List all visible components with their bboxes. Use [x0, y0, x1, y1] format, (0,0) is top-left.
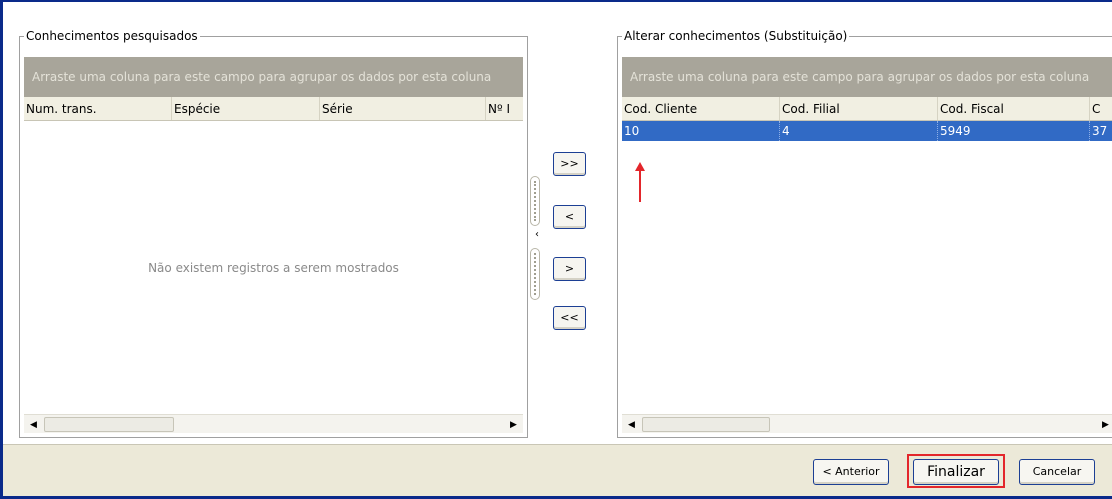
grid-header: Cod. Cliente Cod. Filial Cod. Fiscal C	[622, 97, 1112, 121]
grid-header: Num. trans. Espécie Série Nº I	[24, 97, 523, 121]
add-all-button[interactable]: >>	[553, 152, 586, 176]
column-header-cod-cliente[interactable]: Cod. Cliente	[622, 97, 780, 120]
arrow-left-icon[interactable]: ◀	[623, 416, 640, 433]
column-header-especie[interactable]: Espécie	[172, 97, 320, 120]
arrow-right-icon[interactable]: ▶	[505, 416, 522, 433]
dialog-window: Conhecimentos pesquisados Arraste uma co…	[0, 0, 1112, 499]
column-header-num-trans[interactable]: Num. trans.	[24, 97, 172, 120]
scrollbar-thumb[interactable]	[44, 417, 174, 432]
previous-button[interactable]: < Anterior	[813, 459, 889, 485]
column-header-numero[interactable]: Nº I	[486, 97, 523, 120]
cell-cod-fiscal: 5949	[938, 121, 1090, 141]
cell-c: 37	[1090, 121, 1112, 141]
column-header-c[interactable]: C	[1090, 97, 1112, 120]
group-by-drop-area[interactable]: Arraste uma coluna para este campo para …	[622, 57, 1112, 97]
dialog-footer: < Anterior Finalizar Cancelar	[3, 444, 1112, 496]
remove-all-button[interactable]: <<	[553, 306, 586, 330]
change-shipments-legend: Alterar conhecimentos (Substituição)	[622, 28, 850, 44]
add-one-button[interactable]: >	[553, 257, 586, 281]
grid-body[interactable]: 10 4 5949 37	[622, 121, 1112, 414]
searched-shipments-legend: Conhecimentos pesquisados	[24, 28, 200, 44]
table-row-selected[interactable]: 10 4 5949 37	[622, 121, 1112, 141]
empty-message: Não existem registros a serem mostrados	[148, 261, 399, 275]
remove-one-button[interactable]: <	[553, 205, 586, 229]
scrollbar-thumb[interactable]	[642, 417, 770, 432]
splitter-handle-bottom[interactable]	[530, 248, 540, 300]
arrow-left-icon[interactable]: ◀	[25, 416, 42, 433]
change-shipments-group: Alterar conhecimentos (Substituição) Arr…	[617, 28, 1112, 438]
cell-cod-cliente: 10	[622, 121, 780, 141]
group-by-drop-area[interactable]: Arraste uma coluna para este campo para …	[24, 57, 523, 97]
column-header-cod-fiscal[interactable]: Cod. Fiscal	[938, 97, 1090, 120]
searched-shipments-group: Conhecimentos pesquisados Arraste uma co…	[19, 28, 528, 438]
horizontal-scrollbar[interactable]: ◀ ▶	[24, 414, 523, 433]
column-header-serie[interactable]: Série	[320, 97, 486, 120]
column-header-cod-filial[interactable]: Cod. Filial	[780, 97, 938, 120]
red-arrow-icon	[634, 162, 646, 202]
arrow-right-icon[interactable]: ▶	[1097, 416, 1112, 433]
collapse-arrow-icon[interactable]: ‹	[535, 229, 539, 240]
cell-cod-filial: 4	[780, 121, 938, 141]
grid-body[interactable]: Não existem registros a serem mostrados	[24, 121, 523, 414]
horizontal-scrollbar[interactable]: ◀ ▶	[622, 414, 1112, 433]
finish-button[interactable]: Finalizar	[913, 459, 999, 485]
cancel-button[interactable]: Cancelar	[1019, 459, 1095, 485]
splitter-handle-top[interactable]	[530, 176, 540, 226]
